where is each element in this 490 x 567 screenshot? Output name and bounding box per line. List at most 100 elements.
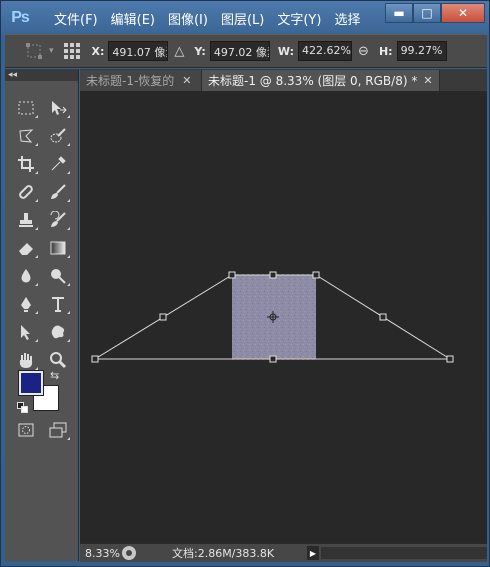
options-bar: ▾ X: 491.07 像素 △ Y: 497.02 像素 W: 422.62%… (5, 34, 487, 68)
eyedropper-tool[interactable] (45, 153, 71, 175)
photoshop-logo: Ps (11, 9, 30, 26)
link-icon[interactable]: ⊖ (358, 44, 369, 59)
collapse-panel-icon[interactable]: ◂◂ (5, 69, 78, 81)
minimize-button[interactable]: ▬ (385, 3, 413, 23)
lasso-icon (19, 129, 34, 143)
handle-middle-right[interactable] (379, 313, 387, 321)
quick-selection-tool[interactable] (45, 125, 71, 147)
eraser-tool[interactable] (13, 237, 39, 259)
eyedropper-icon (51, 156, 66, 171)
eraser-icon (19, 243, 33, 255)
close-tab-icon[interactable]: ✕ (182, 74, 191, 87)
history-brush-icon (50, 211, 66, 227)
w-label: W: (277, 44, 295, 58)
menu-image[interactable]: 图像(I) (168, 9, 208, 28)
default-colors-icon[interactable] (17, 402, 29, 414)
marquee-icon (18, 101, 34, 115)
maximize-button[interactable]: □ (413, 3, 441, 23)
document-size: 文档:2.86M/383.8K (172, 547, 275, 560)
tab-label: 未标题-1-恢复的 (86, 74, 175, 88)
hand-tool[interactable] (13, 349, 39, 371)
close-tab-icon[interactable]: ✕ (423, 74, 432, 87)
screen-mode-icon (49, 422, 67, 438)
gradient-tool[interactable] (45, 237, 71, 259)
swap-colors-icon[interactable]: ⇆ (50, 369, 59, 382)
reference-point-icon[interactable] (62, 41, 82, 61)
quick-mask-icon (18, 423, 34, 437)
pen-tool[interactable] (13, 293, 39, 315)
handle-middle-left[interactable] (159, 313, 167, 321)
height-field[interactable]: 99.27% (396, 41, 447, 61)
clone-stamp-tool[interactable] (13, 209, 39, 231)
handle-top-left[interactable] (228, 271, 236, 279)
hand-icon (19, 353, 33, 369)
tab-recovered[interactable]: 未标题-1-恢复的 ✕ (80, 70, 202, 91)
tool-preset-picker[interactable] (19, 40, 49, 62)
zoom-level[interactable]: 8.33% (80, 547, 122, 560)
brush-tool[interactable] (45, 181, 71, 203)
delta-icon[interactable]: △ (174, 44, 184, 59)
tab-current-document[interactable]: 未标题-1 @ 8.33% (图层 0, RGB/8) * ✕ (202, 70, 440, 91)
menu-layer[interactable]: 图层(L) (221, 9, 264, 28)
crop-tool[interactable] (13, 153, 39, 175)
pen-icon (21, 297, 31, 312)
transform-tool-icon (26, 43, 42, 59)
lasso-tool[interactable] (13, 125, 39, 147)
quick-selection-icon (50, 128, 66, 143)
menu-edit[interactable]: 编辑(E) (111, 9, 155, 28)
tab-label: 未标题-1 @ 8.33% (图层 0, RGB/8) * (208, 74, 418, 88)
crop-icon (18, 156, 34, 172)
status-menu-arrow-icon[interactable]: ▶ (307, 546, 319, 560)
drop-icon (21, 269, 31, 283)
bandage-icon (19, 185, 33, 199)
width-field[interactable]: 422.62% (298, 41, 353, 61)
handle-bottom-right[interactable] (446, 355, 454, 363)
y-label: Y: (194, 44, 206, 58)
tools-panel: ◂◂ ⇆ (5, 69, 79, 561)
status-bar: 8.33% 文档:2.86M/383.8K ▶ (80, 543, 487, 562)
handle-top-right[interactable] (312, 271, 320, 279)
screen-mode-button[interactable] (45, 419, 71, 441)
foreground-color[interactable] (18, 370, 44, 396)
chevron-down-icon[interactable]: ▾ (49, 46, 54, 56)
magnifier-icon (50, 352, 67, 369)
status-info-icon[interactable] (122, 546, 136, 560)
type-tool[interactable] (45, 293, 71, 315)
handle-bottom-center[interactable] (269, 355, 277, 363)
stamp-icon (19, 213, 33, 227)
document-tabs: 未标题-1-恢复的 ✕ 未标题-1 @ 8.33% (图层 0, RGB/8) … (80, 69, 487, 91)
handle-bottom-left[interactable] (91, 355, 99, 363)
y-field[interactable]: 497.02 像素 (209, 41, 270, 61)
window-controls: ▬ □ ✕ (385, 3, 485, 23)
custom-shape-tool[interactable] (45, 321, 71, 343)
menu-bar: Ps 文件(F) 编辑(E) 图像(I) 图层(L) 文字(Y) 选择 ▬ □ … (5, 3, 487, 33)
x-field[interactable]: 491.07 像素 (108, 41, 169, 61)
move-icon (52, 101, 67, 115)
close-button[interactable]: ✕ (441, 3, 485, 23)
menu-select[interactable]: 选择 (334, 9, 360, 28)
blur-tool[interactable] (13, 265, 39, 287)
quick-mask-button[interactable] (13, 419, 39, 441)
handle-top-center[interactable] (269, 271, 277, 279)
horizontal-scrollbar[interactable] (321, 547, 487, 559)
zoom-tool[interactable] (45, 349, 71, 371)
move-tool[interactable] (45, 97, 71, 119)
canvas-svg (91, 271, 454, 363)
marquee-tool[interactable] (13, 97, 39, 119)
menu-type[interactable]: 文字(Y) (277, 9, 321, 28)
x-label: X: (91, 44, 105, 58)
brush-icon (51, 184, 66, 199)
dodge-icon (51, 269, 66, 284)
shape-icon (51, 325, 65, 339)
gradient-icon (50, 241, 66, 255)
app-window: Ps 文件(F) 编辑(E) 图像(I) 图层(L) 文字(Y) 选择 ▬ □ … (0, 0, 490, 567)
h-label: H: (378, 44, 393, 58)
path-selection-tool[interactable] (13, 321, 39, 343)
path-selection-icon (21, 325, 30, 340)
type-icon (52, 297, 64, 312)
canvas-workspace[interactable] (80, 91, 487, 543)
healing-brush-tool[interactable] (13, 181, 39, 203)
history-brush-tool[interactable] (45, 209, 71, 231)
menu-file[interactable]: 文件(F) (54, 9, 98, 28)
dodge-tool[interactable] (45, 265, 71, 287)
